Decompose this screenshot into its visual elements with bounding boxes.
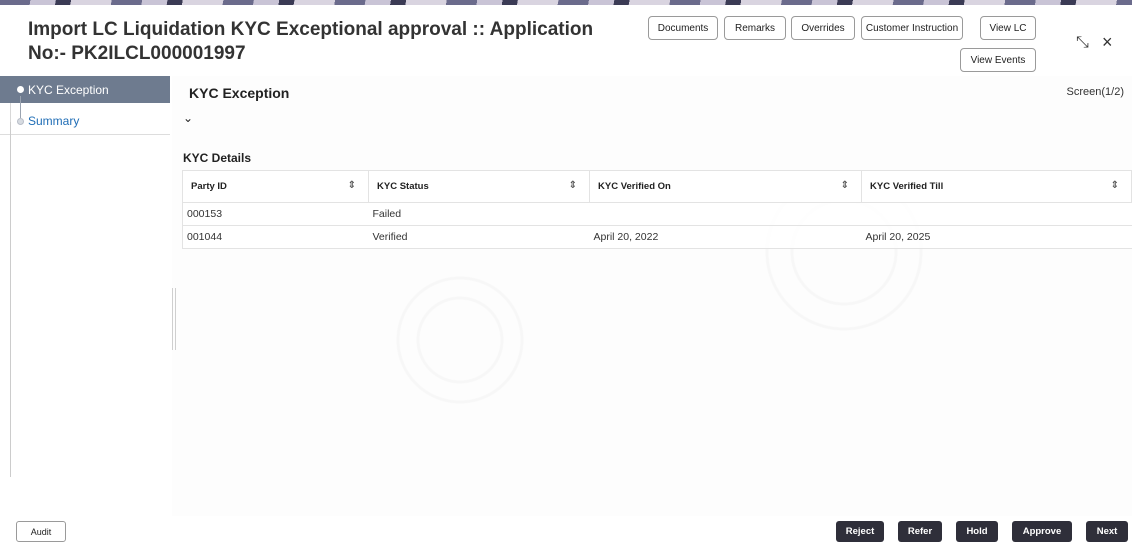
table-cell: Verified xyxy=(368,225,590,249)
refer-button[interactable]: Refer xyxy=(898,521,942,542)
sidebar-item-label: Summary xyxy=(28,114,80,128)
table-cell: Failed xyxy=(368,202,590,226)
column-header-party-id[interactable]: Party ID ⇕ xyxy=(182,170,369,203)
sidebar xyxy=(0,76,170,542)
step-dot-icon xyxy=(17,117,24,125)
table-cell xyxy=(589,202,862,226)
sidebar-border xyxy=(10,122,11,477)
documents-button[interactable]: Documents xyxy=(648,16,718,40)
table-cell xyxy=(861,202,1132,226)
approve-button[interactable]: Approve xyxy=(1012,521,1072,542)
remarks-button[interactable]: Remarks xyxy=(724,16,786,40)
sort-icon[interactable]: ⇕ xyxy=(569,180,577,191)
sidebar-item-kyc-exception[interactable]: KYC Exception xyxy=(0,76,170,103)
column-header-kyc-status[interactable]: KYC Status ⇕ xyxy=(368,170,590,203)
table-cell: April 20, 2022 xyxy=(589,225,862,249)
table-cell: 000153 xyxy=(182,202,369,226)
decorative-top-strip xyxy=(0,0,1132,5)
chevron-down-icon[interactable]: ⌄ xyxy=(183,111,193,125)
screen-indicator: Screen(1/2) xyxy=(1066,86,1124,98)
subsection-title: KYC Details xyxy=(183,151,252,165)
main-content xyxy=(172,76,1132,516)
overrides-button[interactable]: Overrides xyxy=(791,16,855,40)
customer-instruction-button[interactable]: Customer Instruction xyxy=(861,16,963,40)
step-dot-icon xyxy=(17,86,24,93)
table-cell: April 20, 2025 xyxy=(861,225,1132,249)
reject-button[interactable]: Reject xyxy=(836,521,884,542)
view-lc-button[interactable]: View LC xyxy=(980,16,1036,40)
sort-icon[interactable]: ⇕ xyxy=(348,180,356,191)
table-row[interactable]: 001044 Verified April 20, 2022 April 20,… xyxy=(182,225,1132,249)
sidebar-item-summary[interactable]: Summary xyxy=(0,108,170,135)
table-cell: 001044 xyxy=(182,225,369,249)
close-icon[interactable]: × xyxy=(1102,32,1113,53)
page-title: Import LC Liquidation KYC Exceptional ap… xyxy=(28,19,594,64)
column-header-kyc-verified-on[interactable]: KYC Verified On ⇕ xyxy=(589,170,862,203)
sort-icon[interactable]: ⇕ xyxy=(841,180,849,191)
view-events-button[interactable]: View Events xyxy=(960,48,1036,72)
hold-button[interactable]: Hold xyxy=(956,521,998,542)
sort-icon[interactable]: ⇕ xyxy=(1111,180,1119,191)
next-button[interactable]: Next xyxy=(1086,521,1128,542)
table-row[interactable]: 000153 Failed xyxy=(182,202,1132,226)
resize-handle[interactable] xyxy=(172,288,176,350)
audit-button[interactable]: Audit xyxy=(16,521,66,542)
minimize-icon[interactable]: ⤡ xyxy=(1076,34,1089,52)
section-title: KYC Exception xyxy=(189,85,290,101)
kyc-details-table: Party ID ⇕ KYC Status ⇕ KYC Verified On … xyxy=(182,170,1132,249)
sidebar-item-label: KYC Exception xyxy=(28,82,109,97)
column-header-kyc-verified-till[interactable]: KYC Verified Till ⇕ xyxy=(861,170,1132,203)
